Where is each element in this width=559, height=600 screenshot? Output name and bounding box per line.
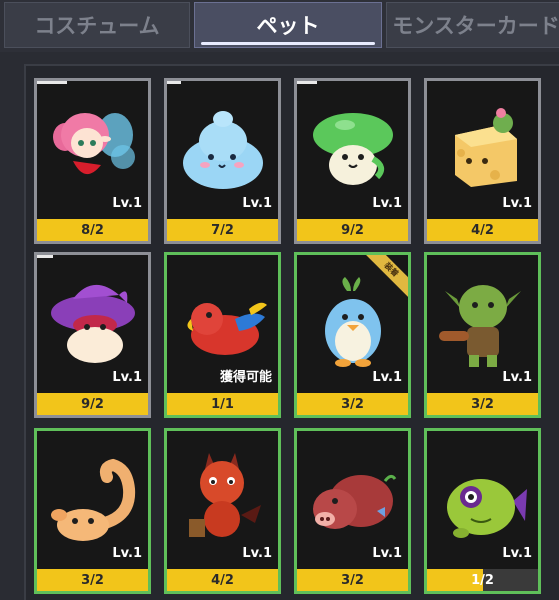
card-top-bar	[37, 255, 53, 258]
shard-count-bar: 1/2	[427, 569, 538, 591]
level-label: Lv.1	[112, 196, 142, 211]
goblin-icon	[439, 285, 521, 367]
pet-card-mushroom[interactable]: Lv.1 9/2	[294, 78, 411, 244]
pet-card-scorpion[interactable]: Lv.1 3/2	[34, 428, 151, 594]
shard-count-bar: 7/2	[167, 219, 278, 241]
shard-count-bar: 4/2	[167, 569, 278, 591]
level-label: Lv.1	[372, 546, 402, 561]
pet-card-cheese-cube[interactable]: Lv.1 4/2	[424, 78, 541, 244]
obtainable-label: 獲得可能	[219, 370, 272, 385]
pet-card-purple-mushroom[interactable]: Lv.1 9/2	[34, 252, 151, 418]
card-top-bar	[297, 81, 317, 84]
shard-count-bar: 3/2	[297, 393, 408, 415]
tab-monster-card[interactable]: モンスターカード	[386, 2, 559, 48]
shard-count-bar: 3/2	[427, 393, 538, 415]
cheese-cube-icon	[455, 108, 517, 187]
shard-count-bar: 3/2	[37, 569, 148, 591]
level-label: Lv.1	[502, 546, 532, 561]
level-label: Lv.1	[502, 196, 532, 211]
imp-icon	[189, 453, 261, 537]
pet-card-boar[interactable]: Lv.1 3/2	[294, 428, 411, 594]
pet-card-goblin[interactable]: Lv.1 3/2	[424, 252, 541, 418]
card-top-bar	[167, 81, 181, 84]
boar-icon	[313, 474, 397, 529]
tab-pet[interactable]: ペット	[194, 2, 382, 48]
fairy-icon	[53, 113, 135, 175]
shard-count-bar: 8/2	[37, 219, 148, 241]
tab-costume[interactable]: コスチューム	[4, 2, 190, 48]
tab-bar: コスチューム ペット モンスターカード	[0, 0, 559, 52]
slime-icon	[183, 111, 263, 189]
level-label: Lv.1	[372, 196, 402, 211]
shard-count-bar: 9/2	[297, 219, 408, 241]
shard-count-bar: 3/2	[297, 569, 408, 591]
level-label: Lv.1	[372, 370, 402, 385]
pet-card-fish[interactable]: Lv.1 1/2	[424, 428, 541, 594]
level-label: Lv.1	[112, 546, 142, 561]
fish-icon	[447, 479, 527, 538]
level-label: Lv.1	[502, 370, 532, 385]
mushroom-icon	[313, 113, 393, 185]
pet-card-parrot[interactable]: 獲得可能 1/1	[164, 252, 281, 418]
purple-mushroom-icon	[51, 284, 135, 363]
pet-card-slime[interactable]: Lv.1 7/2	[164, 78, 281, 244]
shard-count-bar: 9/2	[37, 393, 148, 415]
level-label: Lv.1	[112, 370, 142, 385]
level-label: Lv.1	[242, 196, 272, 211]
shard-count-bar: 1/1	[167, 393, 278, 415]
card-top-bar	[37, 81, 67, 84]
pet-card-fairy[interactable]: Lv.1 8/2	[34, 78, 151, 244]
level-label: Lv.1	[242, 546, 272, 561]
scorpion-icon	[51, 458, 136, 541]
parrot-icon	[187, 302, 267, 355]
shard-count-bar: 4/2	[427, 219, 538, 241]
pet-card-imp[interactable]: Lv.1 4/2	[164, 428, 281, 594]
penguin-icon	[325, 277, 381, 367]
pet-card-penguin[interactable]: 装着 Lv.1 3/2	[294, 252, 411, 418]
